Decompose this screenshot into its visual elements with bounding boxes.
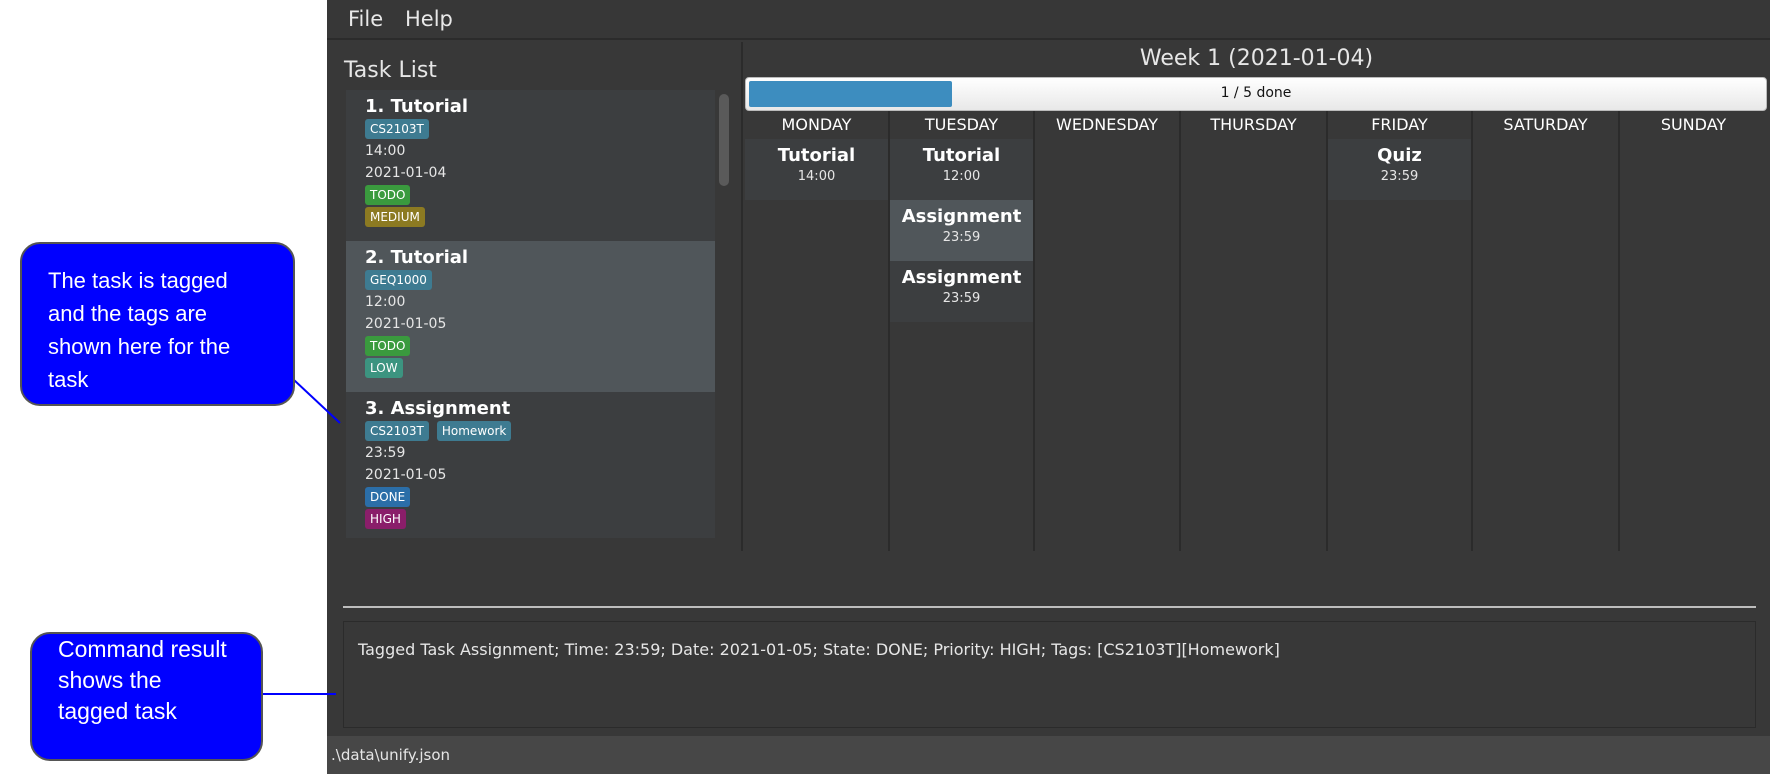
callout-tags: The task is tagged and the tags are show…	[20, 242, 295, 406]
callout-line-tags	[293, 379, 341, 424]
callout-result: Command result shows the tagged task	[30, 632, 263, 761]
